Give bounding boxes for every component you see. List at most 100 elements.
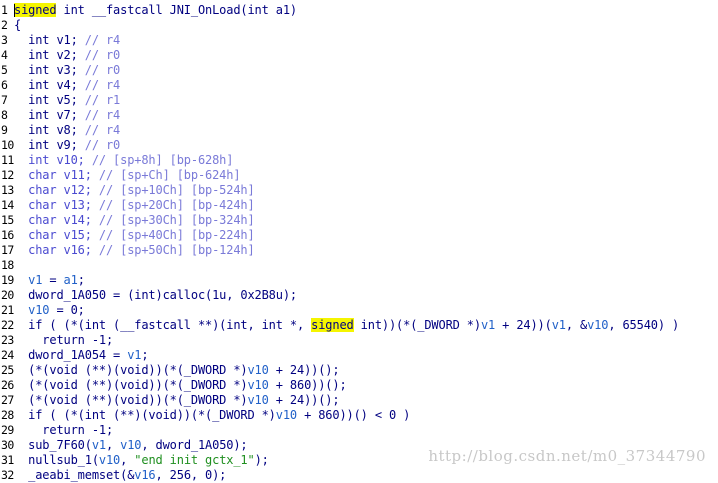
variable-token[interactable]: v16	[134, 468, 155, 482]
variable-token[interactable]: v1	[481, 318, 495, 332]
code-text[interactable]: dword_1A054 = v1;	[14, 348, 148, 363]
code-token[interactable]: if ( (*(int (__fastcall **)(int, int *,	[14, 318, 311, 332]
code-token[interactable]: );	[255, 453, 269, 467]
code-token[interactable]: int v5;	[14, 93, 85, 107]
code-line[interactable]: 27 (*(void (**)(void))(*(_DWORD *)v10 + …	[0, 393, 718, 408]
code-text[interactable]: char v12; // [sp+10Ch] [bp-524h]	[14, 183, 255, 198]
code-token[interactable]: int v2;	[14, 48, 85, 62]
code-text[interactable]: if ( (*(int (**)(void))(*(_DWORD *)v10 +…	[14, 408, 410, 423]
code-text[interactable]: return -1;	[14, 423, 113, 438]
search-highlight[interactable]: signed	[14, 3, 57, 17]
code-line[interactable]: 14 char v13; // [sp+20Ch] [bp-424h]	[0, 198, 718, 213]
search-highlight[interactable]: signed	[311, 318, 354, 332]
code-line[interactable]: 17 char v16; // [sp+50Ch] [bp-124h]	[0, 243, 718, 258]
variable-token[interactable]: v10	[14, 303, 49, 317]
code-token[interactable]: , &	[566, 318, 587, 332]
code-token[interactable]: + 860))() < 0 )	[297, 408, 410, 422]
code-line[interactable]: 18	[0, 258, 718, 273]
code-token[interactable]: dword_1A054 =	[14, 348, 127, 362]
code-line[interactable]: 8 int v7; // r4	[0, 108, 718, 123]
code-token[interactable]: int))(*(_DWORD *)	[354, 318, 481, 332]
code-line[interactable]: 12 char v11; // [sp+Ch] [bp-624h]	[0, 168, 718, 183]
code-token[interactable]: , dword_1A050);	[141, 438, 247, 452]
code-line[interactable]: 23 return -1;	[0, 333, 718, 348]
code-text[interactable]: sub_7F60(v1, v10, dword_1A050);	[14, 438, 248, 453]
local-var-token[interactable]: char v11;	[14, 168, 99, 182]
variable-token[interactable]: v10	[276, 408, 297, 422]
code-text[interactable]: {	[14, 18, 21, 33]
variable-token[interactable]: v10	[120, 438, 141, 452]
variable-token[interactable]: v1	[14, 273, 42, 287]
code-text[interactable]: return -1;	[14, 333, 113, 348]
code-text[interactable]: int v1; // r4	[14, 33, 120, 48]
code-token[interactable]: + 24))();	[269, 363, 340, 377]
comment-token[interactable]: // [sp+8h] [bp-628h]	[92, 153, 234, 167]
code-line[interactable]: 6 int v4; // r4	[0, 78, 718, 93]
code-line[interactable]: 2{	[0, 18, 718, 33]
string-token[interactable]: "end init gctx_1"	[134, 453, 254, 467]
variable-token[interactable]: v1	[552, 318, 566, 332]
code-line[interactable]: 29 return -1;	[0, 423, 718, 438]
code-text[interactable]: char v16; // [sp+50Ch] [bp-124h]	[14, 243, 255, 258]
code-line[interactable]: 19 v1 = a1;	[0, 273, 718, 288]
code-token[interactable]: (*(void (**)(void))(*(_DWORD *)	[14, 393, 247, 407]
comment-token[interactable]: // r4	[85, 108, 121, 122]
variable-token[interactable]: v10	[99, 453, 120, 467]
code-token[interactable]: + 860))();	[269, 378, 347, 392]
comment-token[interactable]: // [sp+Ch] [bp-624h]	[99, 168, 241, 182]
code-token[interactable]: , 256, 0);	[156, 468, 227, 482]
code-line[interactable]: 22 if ( (*(int (__fastcall **)(int, int …	[0, 318, 718, 333]
code-text[interactable]: int v4; // r4	[14, 78, 120, 93]
code-token[interactable]: = 0;	[49, 303, 84, 317]
code-line[interactable]: 13 char v12; // [sp+10Ch] [bp-524h]	[0, 183, 718, 198]
variable-token[interactable]: a1	[64, 273, 78, 287]
code-line[interactable]: 24 dword_1A054 = v1;	[0, 348, 718, 363]
code-token[interactable]: int v1;	[14, 33, 85, 47]
code-text[interactable]: (*(void (**)(void))(*(_DWORD *)v10 + 24)…	[14, 393, 339, 408]
code-token[interactable]: + 24))();	[269, 393, 340, 407]
code-token[interactable]: ,	[106, 438, 120, 452]
code-line[interactable]: 25 (*(void (**)(void))(*(_DWORD *)v10 + …	[0, 363, 718, 378]
code-line[interactable]: 21 v10 = 0;	[0, 303, 718, 318]
variable-token[interactable]: v10	[247, 393, 268, 407]
code-text[interactable]: if ( (*(int (__fastcall **)(int, int *, …	[14, 318, 679, 333]
code-token[interactable]: if ( (*(int (**)(void))(*(_DWORD *)	[14, 408, 276, 422]
comment-token[interactable]: // r4	[85, 78, 121, 92]
code-token[interactable]: sub_7F60(	[14, 438, 92, 452]
code-text[interactable]: _aeabi_memset(&v16, 256, 0);	[14, 468, 226, 483]
local-var-token[interactable]: char v12;	[14, 183, 99, 197]
variable-token[interactable]: v10	[247, 363, 268, 377]
comment-token[interactable]: // r4	[85, 123, 121, 137]
comment-token[interactable]: // [sp+40Ch] [bp-224h]	[99, 228, 255, 242]
code-token[interactable]: (*(void (**)(void))(*(_DWORD *)	[14, 363, 247, 377]
code-line[interactable]: 26 (*(void (**)(void))(*(_DWORD *)v10 + …	[0, 378, 718, 393]
code-token[interactable]: ,	[120, 453, 134, 467]
code-line[interactable]: 28 if ( (*(int (**)(void))(*(_DWORD *)v1…	[0, 408, 718, 423]
code-line[interactable]: 20 dword_1A050 = (int)calloc(1u, 0x2B8u)…	[0, 288, 718, 303]
local-var-token[interactable]: int v10;	[14, 153, 92, 167]
code-token[interactable]: {	[14, 18, 21, 32]
comment-token[interactable]: // r0	[85, 48, 121, 62]
code-token[interactable]: int v7;	[14, 108, 85, 122]
variable-token[interactable]: v10	[587, 318, 608, 332]
pseudocode-view[interactable]: 1 signed int __fastcall JNI_OnLoad(int a1…	[0, 3, 718, 483]
local-var-token[interactable]: char v14;	[14, 213, 99, 227]
code-line[interactable]: 9 int v8; // r4	[0, 123, 718, 138]
code-token[interactable]: int v3;	[14, 63, 85, 77]
code-text[interactable]: int v5; // r1	[14, 93, 120, 108]
code-token[interactable]: _aeabi_memset(&	[14, 468, 134, 482]
code-text[interactable]: int v3; // r0	[14, 63, 120, 78]
code-line[interactable]: 3 int v1; // r4	[0, 33, 718, 48]
code-text[interactable]: int v2; // r0	[14, 48, 120, 63]
code-token[interactable]: dword_1A050 = (int)calloc(1u, 0x2B8u);	[14, 288, 297, 302]
code-text[interactable]: v10 = 0;	[14, 303, 85, 318]
code-line[interactable]: 1 signed int __fastcall JNI_OnLoad(int a1…	[0, 3, 718, 18]
code-token[interactable]: ;	[141, 348, 148, 362]
comment-token[interactable]: // [sp+10Ch] [bp-524h]	[99, 183, 255, 197]
code-line[interactable]: 10 int v9; // r0	[0, 138, 718, 153]
code-text[interactable]: (*(void (**)(void))(*(_DWORD *)v10 + 24)…	[14, 363, 339, 378]
code-line[interactable]: 32 _aeabi_memset(&v16, 256, 0);	[0, 468, 718, 483]
comment-token[interactable]: // r0	[85, 63, 121, 77]
code-text[interactable]: int v10; // [sp+8h] [bp-628h]	[14, 153, 233, 168]
code-text[interactable]: dword_1A050 = (int)calloc(1u, 0x2B8u);	[14, 288, 297, 303]
